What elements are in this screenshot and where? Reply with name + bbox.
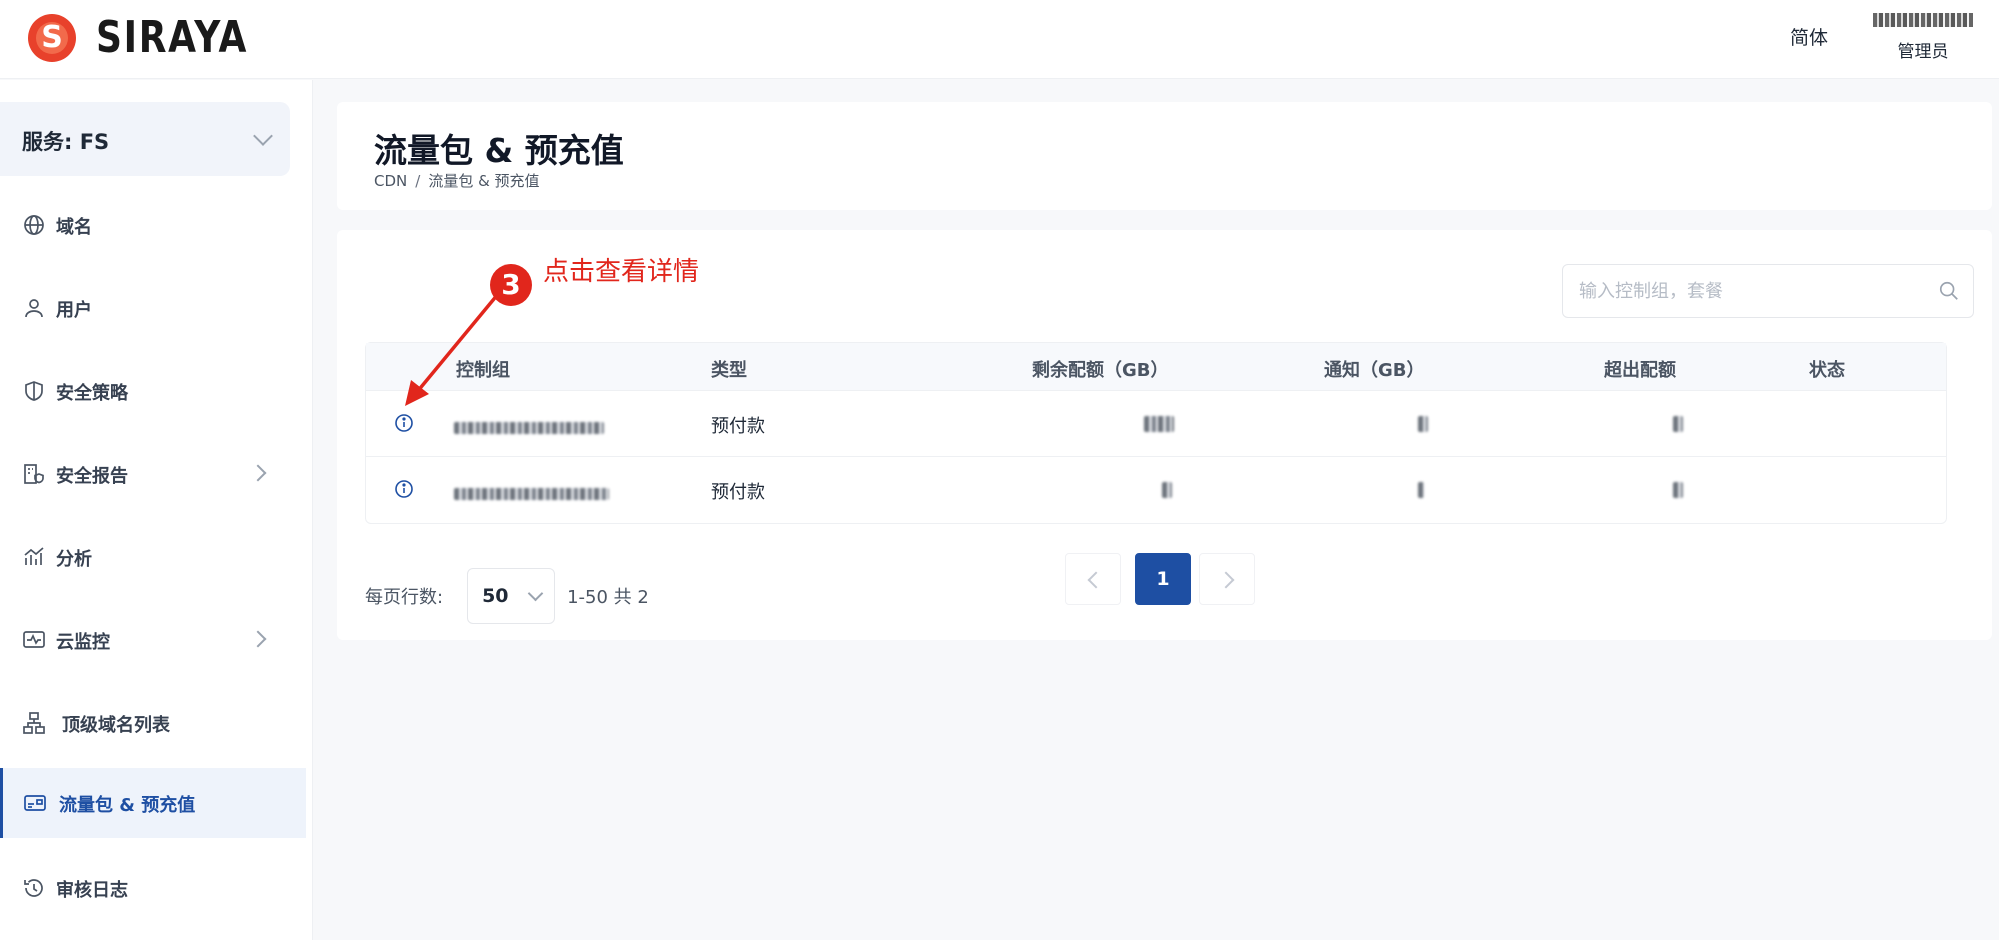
cell-type: 预付款 [711, 416, 765, 437]
monitor-pulse-icon [23, 631, 45, 648]
service-selector[interactable]: 服务: FS [0, 102, 290, 176]
chevron-right-icon [249, 464, 267, 482]
sidebar-item-label: 审核日志 [56, 880, 128, 901]
chevron-down-icon [527, 585, 544, 602]
page-button-current[interactable]: 1 [1135, 553, 1191, 605]
prev-page-button[interactable] [1065, 553, 1121, 605]
traffic-package-card: 控制组 类型 剩余配额（GB） 通知（GB） 超出配额 状态 预付款 预付款 每… [337, 230, 1992, 640]
sidebar-item-label: 云监控 [56, 632, 110, 653]
redacted-text [1418, 482, 1424, 498]
redacted-text [1673, 482, 1683, 498]
sidebar-item-audit-log[interactable]: 审核日志 [0, 853, 306, 923]
cell-over-quota-redacted [1673, 416, 1683, 437]
search-icon[interactable] [1938, 280, 1960, 302]
logo-mark-letter: S [41, 19, 63, 55]
pagination: 1 [1065, 553, 1255, 605]
breadcrumb-item-cdn[interactable]: CDN [374, 172, 407, 190]
rows-per-page-value: 50 [482, 585, 509, 607]
cell-notification-redacted [1418, 416, 1428, 437]
sidebar-item-label: 分析 [56, 549, 92, 570]
sidebar-item-label: 流量包 & 预充值 [59, 795, 196, 816]
shield-icon [25, 381, 43, 401]
rows-per-page-label: 每页行数: [365, 587, 444, 608]
cell-over-quota-redacted [1673, 482, 1683, 503]
breadcrumb-separator: / [415, 172, 421, 190]
cell-notification-redacted [1418, 482, 1424, 503]
column-header-status: 状态 [1809, 360, 1845, 381]
sidebar-item-analytics[interactable]: 分析 [0, 522, 306, 592]
cell-type: 预付款 [711, 482, 765, 503]
brand-logo[interactable]: S SIRAYA [28, 12, 282, 63]
sidebar: 服务: FS 域名 用户 安全策略 安全报告 分析 云监控 顶级域名列表 流量包… [0, 80, 313, 940]
service-label: 服务: FS [22, 130, 110, 154]
table-header: 控制组 类型 剩余配额（GB） 通知（GB） 超出配额 状态 [366, 343, 1946, 391]
column-header-remaining-quota: 剩余配额（GB） [1032, 360, 1169, 381]
redacted-text [1673, 416, 1683, 432]
language-switcher[interactable]: 简体 [1790, 23, 1828, 50]
user-role: 管理员 [1897, 42, 1949, 62]
sidebar-item-label: 安全报告 [56, 466, 128, 487]
redacted-text [1418, 416, 1428, 432]
package-table: 控制组 类型 剩余配额（GB） 通知（GB） 超出配额 状态 预付款 预付款 [365, 342, 1947, 524]
breadcrumb-item-current: 流量包 & 预充值 [428, 172, 540, 190]
brand-name: SIRAYA [96, 12, 249, 63]
sidebar-item-label: 域名 [56, 217, 92, 238]
cell-control-group-redacted [454, 418, 604, 439]
user-menu[interactable]: 管理员 [1868, 12, 1978, 62]
info-icon[interactable] [394, 413, 414, 433]
annotation-step-badge: 3 [490, 264, 532, 306]
cell-control-group-redacted [454, 484, 609, 505]
sidebar-item-tld-list[interactable]: 顶级域名列表 [0, 688, 306, 758]
sidebar-item-label: 用户 [56, 300, 92, 321]
chevron-right-icon [249, 630, 267, 648]
sidebar-item-users[interactable]: 用户 [0, 273, 306, 343]
search-box[interactable] [1562, 264, 1974, 318]
user-icon [25, 299, 43, 318]
chart-line-icon [24, 547, 44, 565]
sitemap-icon [23, 712, 45, 734]
column-header-type: 类型 [711, 360, 747, 381]
redacted-text [454, 488, 609, 500]
pagination-range: 1-50 共 2 [567, 587, 649, 608]
annotation-text: 点击查看详情 [543, 257, 700, 287]
building-shield-icon [24, 464, 44, 484]
page-title: 流量包 & 预充值 [374, 131, 624, 170]
card-icon [24, 795, 46, 811]
table-row: 预付款 [366, 457, 1946, 523]
sidebar-item-label: 安全策略 [56, 383, 128, 404]
sidebar-item-traffic-package[interactable]: 流量包 & 预充值 [0, 768, 306, 838]
sidebar-item-security-report[interactable]: 安全报告 [0, 439, 306, 509]
column-header-notification: 通知（GB） [1324, 360, 1425, 381]
redacted-text [454, 422, 604, 434]
history-icon [24, 879, 43, 897]
chevron-down-icon [253, 126, 273, 146]
column-header-over-quota: 超出配额 [1604, 360, 1676, 381]
globe-icon [24, 215, 44, 235]
rows-per-page-select[interactable]: 50 [467, 568, 556, 624]
top-bar: S SIRAYA 简体 管理员 [0, 0, 1999, 79]
next-page-button[interactable] [1199, 553, 1255, 605]
cell-remaining-quota-redacted [1162, 482, 1172, 503]
cell-remaining-quota-redacted [1144, 416, 1174, 437]
sidebar-item-label: 顶级域名列表 [62, 715, 170, 736]
breadcrumb: CDN / 流量包 & 预充值 [374, 170, 540, 191]
redacted-text [1162, 482, 1172, 498]
search-input[interactable] [1579, 278, 1919, 304]
sidebar-item-domains[interactable]: 域名 [0, 190, 306, 260]
sidebar-item-cloud-monitor[interactable]: 云监控 [0, 605, 306, 675]
rows-per-page-control: 每页行数: 50 1-50 共 2 [365, 568, 649, 624]
page-header: 流量包 & 预充值 CDN / 流量包 & 预充值 [337, 102, 1992, 210]
logo-mark-icon: S [28, 13, 76, 62]
sidebar-item-security-policy[interactable]: 安全策略 [0, 356, 306, 426]
redacted-text [1144, 416, 1174, 432]
user-name-redacted [1873, 13, 1973, 27]
info-icon[interactable] [394, 479, 414, 499]
table-row: 预付款 [366, 391, 1946, 457]
